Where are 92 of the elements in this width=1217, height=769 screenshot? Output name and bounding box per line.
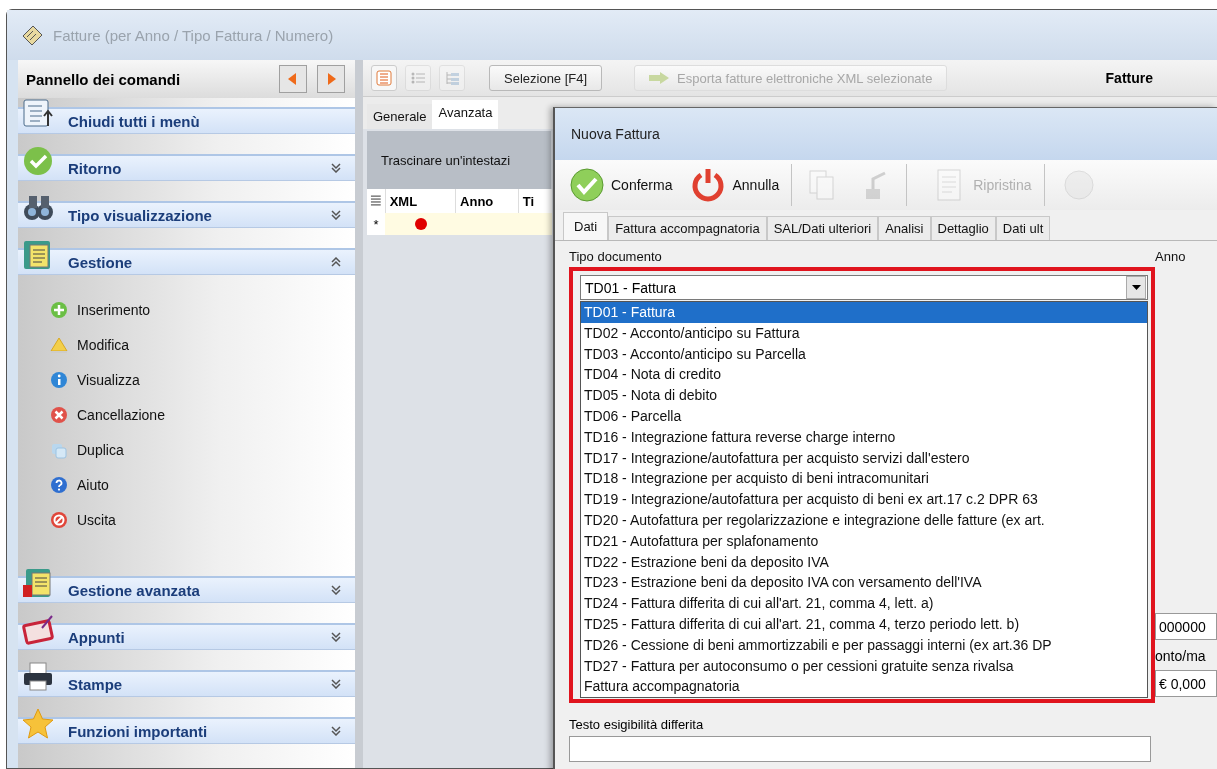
menu-section-header[interactable]: Appunti [18, 623, 355, 650]
section-label: Gestione avanzata [68, 581, 201, 599]
section-label: Tipo visualizzazione [68, 206, 213, 224]
dropdown-option[interactable]: TD21 - Autofattura per splafonamento [581, 530, 1147, 552]
dropdown-option[interactable]: TD24 - Fattura differita di cui all'art. 21, comma 4, lett. a) [581, 593, 1147, 614]
dropdown-option[interactable]: TD04 - Nota di credito [581, 364, 1147, 386]
menu-section-header[interactable]: Funzioni importanti [18, 717, 355, 744]
dropdown-option[interactable]: TD02 - Acconto/anticipo su Fattura [581, 322, 1147, 344]
menu-item[interactable]: Duplica [50, 432, 355, 467]
confirm-button[interactable]: Conferma [563, 165, 679, 205]
section-label: Stampe [68, 675, 124, 693]
right-arrow-icon [326, 73, 336, 85]
dropdown-option[interactable]: TD18 - Integrazione per acquisto di beni intracomunitari [581, 468, 1147, 490]
document-icon [22, 567, 54, 599]
list-icon [376, 70, 392, 86]
delete-icon [50, 405, 68, 424]
field-label: onto/ma [1155, 648, 1207, 664]
tab[interactable]: SAL/Dati ulteriori [766, 216, 879, 240]
previous-button[interactable] [279, 65, 307, 93]
section-label: Gestione [68, 253, 134, 271]
deferred-text-field[interactable] [569, 736, 1151, 763]
printer-icon [22, 661, 54, 693]
pen-tablet-icon [22, 614, 54, 646]
dropdown-option[interactable]: TD23 - Estrazione beni da deposito IVA con versamento dell'IVA [581, 572, 1147, 594]
left-arrow-icon [288, 73, 298, 85]
tab[interactable]: Dettaglio [930, 216, 996, 240]
menu-section-header[interactable]: Tipo visualizzazione [18, 201, 355, 228]
star-icon [22, 708, 54, 740]
dropdown-option[interactable]: TD01 - Fattura [581, 302, 1147, 323]
cancel-button[interactable]: Annulla [684, 165, 786, 205]
dropdown-option[interactable]: TD16 - Integrazione fattura reverse charge interno [581, 426, 1147, 448]
help-icon [50, 475, 68, 494]
document-type-dropdown[interactable]: TD01 - Fattura [580, 275, 1148, 300]
right-arrow-icon [649, 72, 670, 84]
warning-icon [50, 335, 68, 354]
menu-item[interactable]: Inserimento [50, 292, 355, 327]
field-label: Anno [1155, 249, 1187, 266]
menu-section-header[interactable]: Chiudi tutti i menù [18, 107, 355, 134]
tree-list-icon [444, 70, 460, 86]
menu-section-header[interactable]: Gestione [18, 248, 355, 275]
menu-section-header[interactable]: Gestione avanzata [18, 576, 355, 603]
section-label: Ritorno [68, 159, 123, 177]
menu-item[interactable]: Uscita [50, 502, 355, 537]
section-label: Appunti [68, 628, 126, 646]
selection-button[interactable]: Selezione [F4] [489, 65, 603, 91]
section-label: Funzioni importanti [68, 722, 209, 740]
checkmark-icon [569, 167, 605, 203]
bulleted-list-icon [410, 70, 426, 86]
tab[interactable]: Analisi [878, 216, 931, 240]
menu-item[interactable]: Visualizza [50, 362, 355, 397]
dropdown-option[interactable]: TD27 - Fattura per autoconsumo o per cessioni gratuite senza rivalsa [581, 655, 1147, 677]
dropdown-option[interactable]: TD06 - Parcella [581, 406, 1147, 427]
field-label: Testo esigibilità differita [569, 717, 705, 733]
info-icon [50, 370, 68, 389]
dropdown-option[interactable]: TD17 - Integrazione/autofattura per acquisto servizi dall'estero [581, 447, 1147, 469]
next-button[interactable] [317, 65, 345, 93]
dropdown-option[interactable]: Fattura accompagnatoria [581, 676, 1147, 698]
row-indicator-icon [369, 194, 383, 208]
tab[interactable]: Fattura accompagnatoria [608, 216, 767, 240]
text-field[interactable]: € 0,000 [1155, 670, 1217, 697]
toolbar-button[interactable] [371, 65, 397, 91]
close-all-menu-icon [22, 98, 54, 130]
forbidden-icon [50, 510, 68, 529]
menu-section-header[interactable]: Ritorno [18, 154, 355, 181]
view-title: Fatture [1105, 70, 1153, 86]
new-row-marker: * [367, 213, 385, 235]
dropdown-option[interactable]: TD26 - Cessione di beni ammortizzabili e per passaggi interni (ex art.36 DP [581, 634, 1147, 656]
section-label: Chiudi tutti i menù [68, 112, 201, 130]
field-label: Tipo documento [569, 249, 663, 266]
panel-title: Pannello dei comandi [26, 70, 182, 88]
dropdown-option[interactable]: TD22 - Estrazione beni da deposito IVA [581, 551, 1147, 573]
dropdown-option[interactable]: TD25 - Fattura differita di cui all'art. 21, comma 4, terzo periodo lett. b) [581, 613, 1147, 635]
status-dot-icon [414, 217, 428, 231]
menu-item[interactable]: Cancellazione [50, 397, 355, 432]
dropdown-option[interactable]: TD20 - Autofattura per regolarizzazione e integrazione delle fatture (ex art. [581, 509, 1147, 531]
text-field[interactable]: 000000 [1155, 613, 1217, 640]
checkmark-icon [22, 145, 54, 177]
dialog-title: Nuova Fattura [555, 108, 1217, 160]
tab[interactable]: Avanzata [432, 100, 499, 129]
window-title: Fatture (per Anno / Tipo Fattura / Numero) [53, 26, 334, 44]
tab[interactable]: Generale [367, 104, 433, 129]
dropdown-option[interactable]: TD03 - Acconto/anticipo su Parcella [581, 343, 1147, 365]
menu-item[interactable]: Modifica [50, 327, 355, 362]
dropdown-option[interactable]: TD05 - Nota di debito [581, 385, 1147, 406]
tab[interactable]: Dati ult [995, 216, 1051, 240]
dropdown-option[interactable]: TD19 - Integrazione/autofattura per acquisto di beni ex art.17 c.2 DPR 63 [581, 489, 1147, 510]
menu-section-header[interactable]: Stampe [18, 670, 355, 697]
tab[interactable]: Dati [563, 212, 609, 240]
plus-icon [50, 300, 68, 319]
dropdown-arrow-icon [1131, 285, 1141, 290]
group-by-hint: Trascinare un'intestazi [381, 152, 511, 168]
menu-item[interactable]: Aiuto [50, 467, 355, 502]
